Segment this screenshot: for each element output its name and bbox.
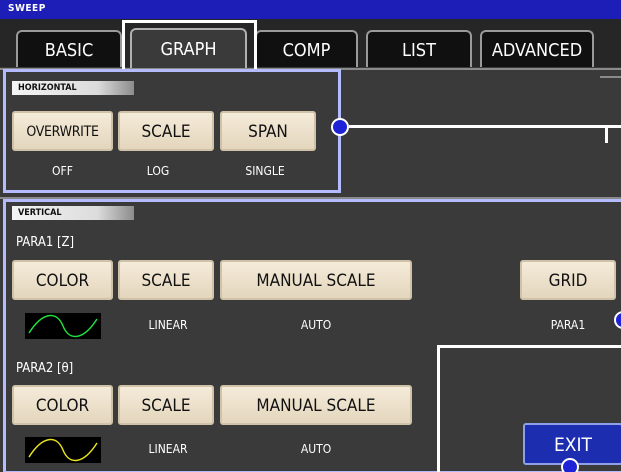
exit-callout-frame: [437, 345, 621, 472]
horizontal-callout-frame: [3, 69, 341, 193]
tab-list[interactable]: LIST: [366, 30, 472, 67]
tab-comp[interactable]: COMP: [255, 30, 358, 67]
tab-advanced[interactable]: ADVANCED: [480, 30, 594, 67]
tab-edge-line: [600, 76, 621, 78]
instrument-screen: SWEEP BASIC GRAPH COMP LIST ADVANCED HOR…: [0, 0, 621, 472]
horizontal-callout-line: [349, 125, 621, 128]
screen-title: SWEEP: [8, 3, 46, 14]
title-bar: SWEEP: [0, 0, 621, 19]
exit-callout-marker: [561, 458, 579, 472]
horizontal-callout-line-bend: [605, 125, 608, 143]
tab-basic[interactable]: BASIC: [16, 30, 122, 67]
graph-tab-highlight-frame: [122, 20, 257, 72]
horizontal-callout-marker: [331, 118, 349, 136]
